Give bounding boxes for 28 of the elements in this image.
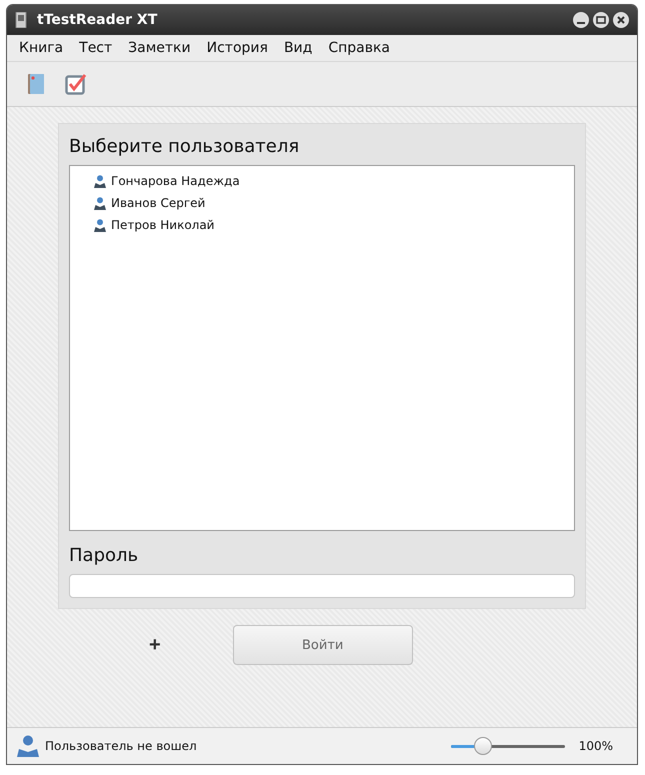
login-button[interactable]: Войти — [232, 625, 413, 665]
panel-title: Выберите пользователя — [69, 136, 300, 157]
user-icon — [94, 174, 106, 188]
password-field[interactable] — [69, 574, 575, 598]
menu-item[interactable]: Вид — [276, 40, 320, 56]
user-item[interactable]: Гончарова Надежда — [70, 170, 574, 192]
user-item[interactable]: Иванов Сергей — [70, 192, 574, 214]
user-icon — [94, 218, 106, 232]
checkbox-icon[interactable] — [65, 73, 87, 95]
user-item[interactable]: Петров Николай — [70, 214, 574, 236]
login-status: Пользователь не вошел — [45, 739, 197, 753]
password-label: Пароль — [69, 545, 140, 566]
book-icon[interactable] — [27, 73, 45, 95]
close-icon[interactable] — [613, 12, 629, 28]
menu-item[interactable]: Книга — [11, 40, 72, 56]
add-button[interactable]: + — [145, 634, 165, 656]
zoom-slider[interactable] — [450, 737, 565, 755]
menu-item[interactable]: История — [198, 40, 276, 56]
menu-item[interactable]: Заметки — [120, 40, 199, 56]
menu-item[interactable]: Тест — [71, 40, 120, 56]
user-icon — [17, 735, 39, 757]
user-icon — [94, 196, 106, 210]
window-title: tTestReader XT — [37, 12, 158, 28]
document-icon — [15, 12, 27, 28]
zoom-level: 100% — [578, 739, 613, 753]
minimize-icon[interactable] — [573, 12, 589, 28]
menu-item[interactable]: Справка — [320, 40, 398, 56]
maximize-icon[interactable] — [593, 12, 609, 28]
